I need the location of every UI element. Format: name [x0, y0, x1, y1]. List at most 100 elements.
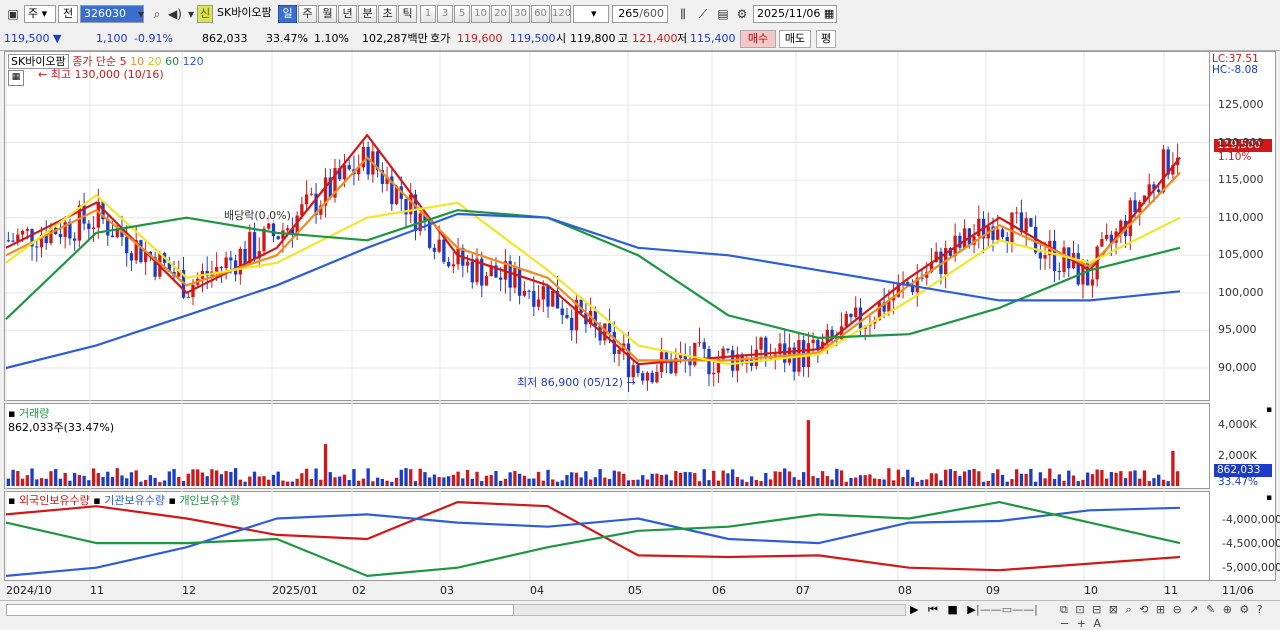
volume-bar	[764, 473, 768, 486]
bottom-tool-icons[interactable]: ⧉ ⊡ ⊟ ⊠ ⌕ ⟲ ⊞ ⊖ ↗ ✎ ⊕ ⚙ ? − + A	[1060, 603, 1280, 630]
volume-bar	[191, 469, 195, 486]
holdings-panel-collapse-icon[interactable]: ▪	[1266, 493, 1272, 503]
low-annotation-text: 최저 86,900 (05/12)	[517, 376, 624, 389]
volume-bar	[248, 476, 252, 486]
candle-body	[139, 240, 143, 263]
volume-bar	[622, 473, 626, 486]
volume-bar	[934, 473, 938, 486]
volume-value-line: 862,033주(33.47%)	[8, 421, 115, 434]
volume-bar	[418, 468, 422, 486]
volume-bar	[413, 481, 418, 486]
volume-bar	[125, 478, 129, 486]
candle-body	[726, 348, 730, 351]
volume-bar	[238, 479, 242, 486]
volume-bar	[1114, 472, 1118, 486]
candle-body	[243, 248, 247, 264]
volume-bar	[783, 468, 787, 486]
candle-body	[570, 317, 574, 331]
candle-body	[536, 299, 541, 307]
volume-bar	[281, 480, 285, 486]
volume-bar	[115, 468, 119, 486]
candle-body	[432, 247, 437, 252]
volume-bar	[1142, 470, 1147, 486]
candle-body	[110, 235, 115, 238]
candle-body	[72, 238, 77, 241]
volume-bar	[366, 468, 370, 486]
candle-body	[996, 229, 1000, 240]
volume-bar	[740, 479, 744, 486]
volume-bar	[91, 468, 96, 486]
volume-bar	[499, 480, 503, 486]
candle-body	[470, 261, 474, 283]
candle-body	[712, 372, 716, 375]
volume-bar	[991, 473, 995, 486]
volume-bar	[106, 471, 110, 486]
volume-bar	[820, 471, 825, 486]
grid-icon[interactable]: ▦	[8, 70, 24, 86]
volume-bar	[1015, 469, 1019, 486]
candle-body	[532, 291, 536, 307]
volume-bar	[276, 471, 280, 486]
volume-bar	[944, 469, 948, 486]
volume-bar	[475, 471, 479, 486]
volume-bar	[1076, 481, 1080, 486]
zoom-slider[interactable]: |——▭——|	[976, 603, 1056, 616]
candle-body	[1038, 252, 1043, 259]
volume-bar	[68, 480, 72, 486]
high-annotation-text: 최고 130,000 (10/16)	[50, 68, 164, 81]
candle-body	[664, 352, 669, 360]
volume-bar	[1175, 471, 1180, 486]
volume-panel-collapse-icon[interactable]: ▪	[1266, 405, 1272, 415]
candle-body	[977, 218, 981, 237]
volume-bar	[877, 479, 882, 486]
volume-bar	[333, 477, 337, 486]
volume-bar	[792, 477, 796, 486]
volume-bar	[375, 477, 380, 486]
volume-bar	[674, 470, 678, 486]
scroll-thumb[interactable]	[6, 604, 514, 616]
volume-bar	[749, 476, 754, 486]
volume-bar	[735, 477, 740, 486]
volume-bar	[63, 472, 67, 486]
candle-body	[702, 342, 706, 349]
volume-bar	[797, 479, 801, 486]
volume-bar	[683, 471, 687, 486]
volume-bar	[891, 480, 896, 486]
volume-bar	[96, 473, 100, 486]
volume-bar	[423, 472, 427, 486]
candle-body	[551, 290, 555, 307]
volume-bar	[1052, 478, 1057, 486]
playback-controls[interactable]: ▶ ⏮ ■ ▶	[910, 603, 979, 617]
volume-bar	[532, 478, 536, 486]
volume-bar	[286, 481, 290, 486]
candle-body	[844, 313, 848, 327]
volume-box-pct: 33.47%	[1218, 476, 1259, 488]
volume-bar	[536, 471, 541, 486]
volume-bar	[200, 472, 205, 486]
volume-bar	[579, 477, 583, 486]
volume-ytick-2000k: 2,000K	[1218, 449, 1257, 462]
candle-body	[1161, 149, 1166, 193]
volume-bar	[328, 472, 332, 486]
volume-bar	[844, 481, 848, 486]
candle-body	[125, 237, 129, 254]
volume-bar	[262, 476, 266, 486]
volume-bar	[162, 480, 167, 486]
volume-bar	[461, 478, 465, 486]
volume-bar	[1128, 471, 1132, 486]
candle-body	[645, 372, 650, 381]
volume-bar	[101, 476, 105, 486]
volume-bar	[551, 479, 555, 486]
volume-bar	[1000, 474, 1005, 486]
volume-bar	[1067, 470, 1071, 486]
volume-bar	[707, 480, 711, 486]
volume-bar	[1100, 470, 1104, 486]
candle-body	[25, 229, 29, 231]
volume-bar	[233, 468, 238, 486]
chart-svg	[5, 52, 1209, 580]
candle-body	[1000, 229, 1005, 238]
volume-bar	[1133, 470, 1137, 486]
volume-bar	[1123, 478, 1128, 486]
volume-bar	[1081, 479, 1085, 486]
volume-bar	[849, 477, 853, 486]
